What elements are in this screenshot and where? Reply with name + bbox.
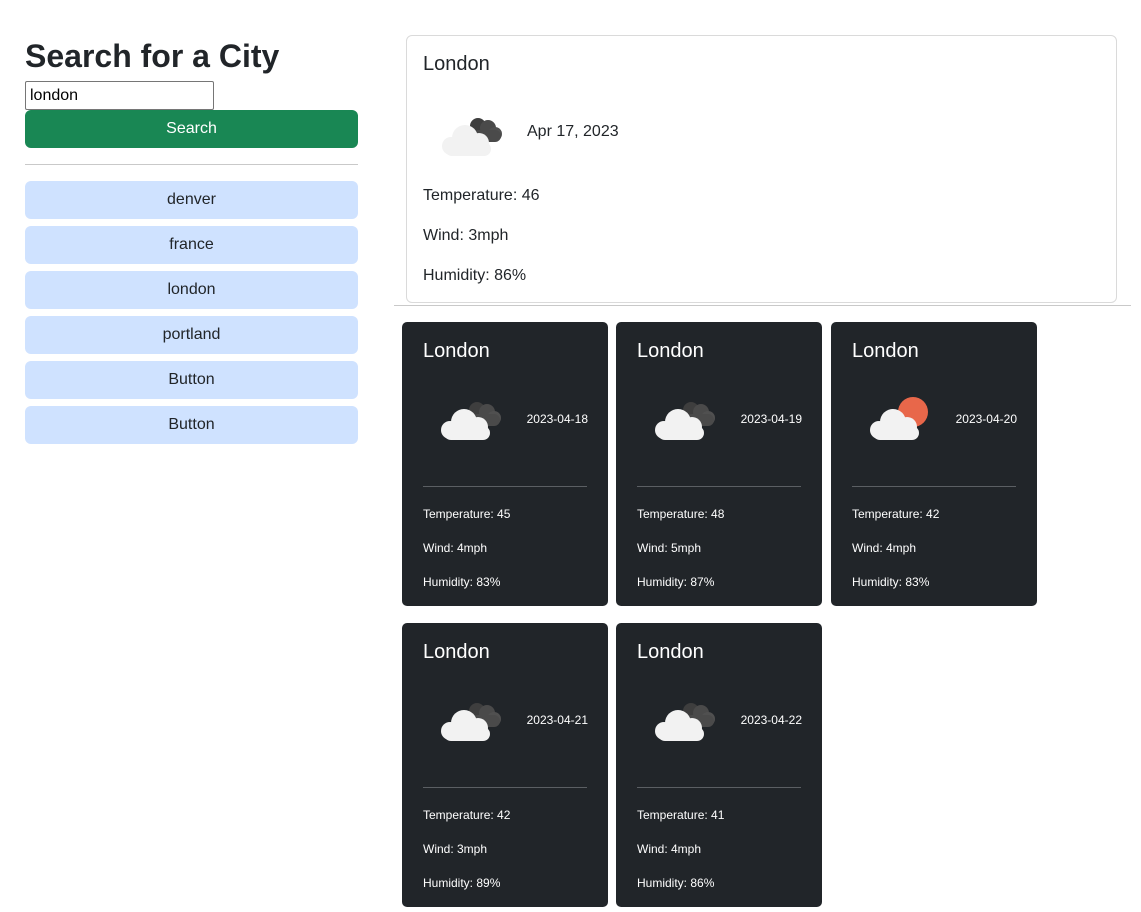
history-button-6[interactable]: Button	[25, 406, 358, 444]
forecast-divider	[637, 787, 801, 788]
section-divider	[394, 305, 1131, 306]
city-search-input[interactable]	[25, 81, 214, 110]
cloudy-icon	[435, 108, 505, 158]
search-history-list: denver france london portland Button But…	[25, 181, 358, 444]
forecast-wind: Wind: 4mph	[637, 842, 702, 856]
current-wind: Wind: 3mph	[423, 227, 509, 244]
current-temperature: Temperature: 46	[423, 187, 540, 204]
current-weather-card: London Apr 17, 2023 Temperature: 46 Wind…	[406, 35, 1117, 303]
forecast-card: London 2023-04-20 Temperature: 42 Wind: 4mp…	[831, 322, 1037, 606]
history-button-denver[interactable]: denver	[25, 181, 358, 219]
history-button-london[interactable]: london	[25, 271, 358, 309]
cloudy-icon	[434, 693, 504, 743]
search-divider	[25, 164, 358, 165]
cloudy-icon	[648, 693, 718, 743]
forecast-date: 2023-04-21	[526, 713, 588, 727]
forecast-divider	[423, 486, 587, 487]
forecast-city-name: London	[423, 641, 490, 663]
cloudy-icon	[434, 392, 504, 442]
search-title: Search for a City	[25, 38, 280, 74]
forecast-city-name: London	[637, 641, 704, 663]
forecast-city-name: London	[423, 340, 490, 362]
forecast-humidity: Humidity: 86%	[637, 876, 715, 890]
forecast-wind: Wind: 5mph	[637, 541, 702, 555]
forecast-wind: Wind: 4mph	[852, 541, 917, 555]
forecast-card: London 2023-04-19 Temperature: 48 Wind: 5mp…	[616, 322, 822, 606]
forecast-humidity: Humidity: 83%	[852, 575, 930, 589]
forecast-temperature: Temperature: 48	[637, 507, 725, 521]
forecast-date: 2023-04-18	[526, 412, 588, 426]
forecast-humidity: Humidity: 89%	[423, 876, 501, 890]
forecast-card: London 2023-04-22 Temperature: 41 Wind: 4mp…	[616, 623, 822, 907]
forecast-wind: Wind: 4mph	[423, 541, 488, 555]
forecast-city-name: London	[852, 340, 919, 362]
forecast-temperature: Temperature: 41	[637, 808, 725, 822]
forecast-date: 2023-04-20	[955, 412, 1017, 426]
forecast-city-name: London	[637, 340, 704, 362]
forecast-temperature: Temperature: 42	[423, 808, 511, 822]
forecast-humidity: Humidity: 87%	[637, 575, 715, 589]
forecast-card: London 2023-04-18 Temperature: 45 Wind: 4mp…	[402, 322, 608, 606]
current-city-name: London	[423, 53, 490, 75]
history-button-5[interactable]: Button	[25, 361, 358, 399]
history-button-portland[interactable]: portland	[25, 316, 358, 354]
weather-dashboard: Search for a City Search denver france l…	[0, 0, 1141, 912]
history-button-france[interactable]: france	[25, 226, 358, 264]
current-humidity: Humidity: 86%	[423, 267, 527, 284]
current-date: Apr 17, 2023	[527, 123, 619, 140]
forecast-humidity: Humidity: 83%	[423, 575, 501, 589]
forecast-temperature: Temperature: 45	[423, 507, 511, 521]
forecast-date: 2023-04-22	[740, 713, 802, 727]
forecast-divider	[637, 486, 801, 487]
forecast-wind: Wind: 3mph	[423, 842, 488, 856]
forecast-divider	[423, 787, 587, 788]
search-panel: Search for a City Search denver france l…	[25, 36, 358, 451]
forecast-temperature: Temperature: 42	[852, 507, 940, 521]
cloudy-icon	[648, 392, 718, 442]
forecast-date: 2023-04-19	[740, 412, 802, 426]
partly-cloudy-icon	[863, 392, 933, 442]
forecast-divider	[852, 486, 1016, 487]
forecast-card: London 2023-04-21 Temperature: 42 Wind: 3mp…	[402, 623, 608, 907]
search-button[interactable]: Search	[25, 110, 358, 148]
